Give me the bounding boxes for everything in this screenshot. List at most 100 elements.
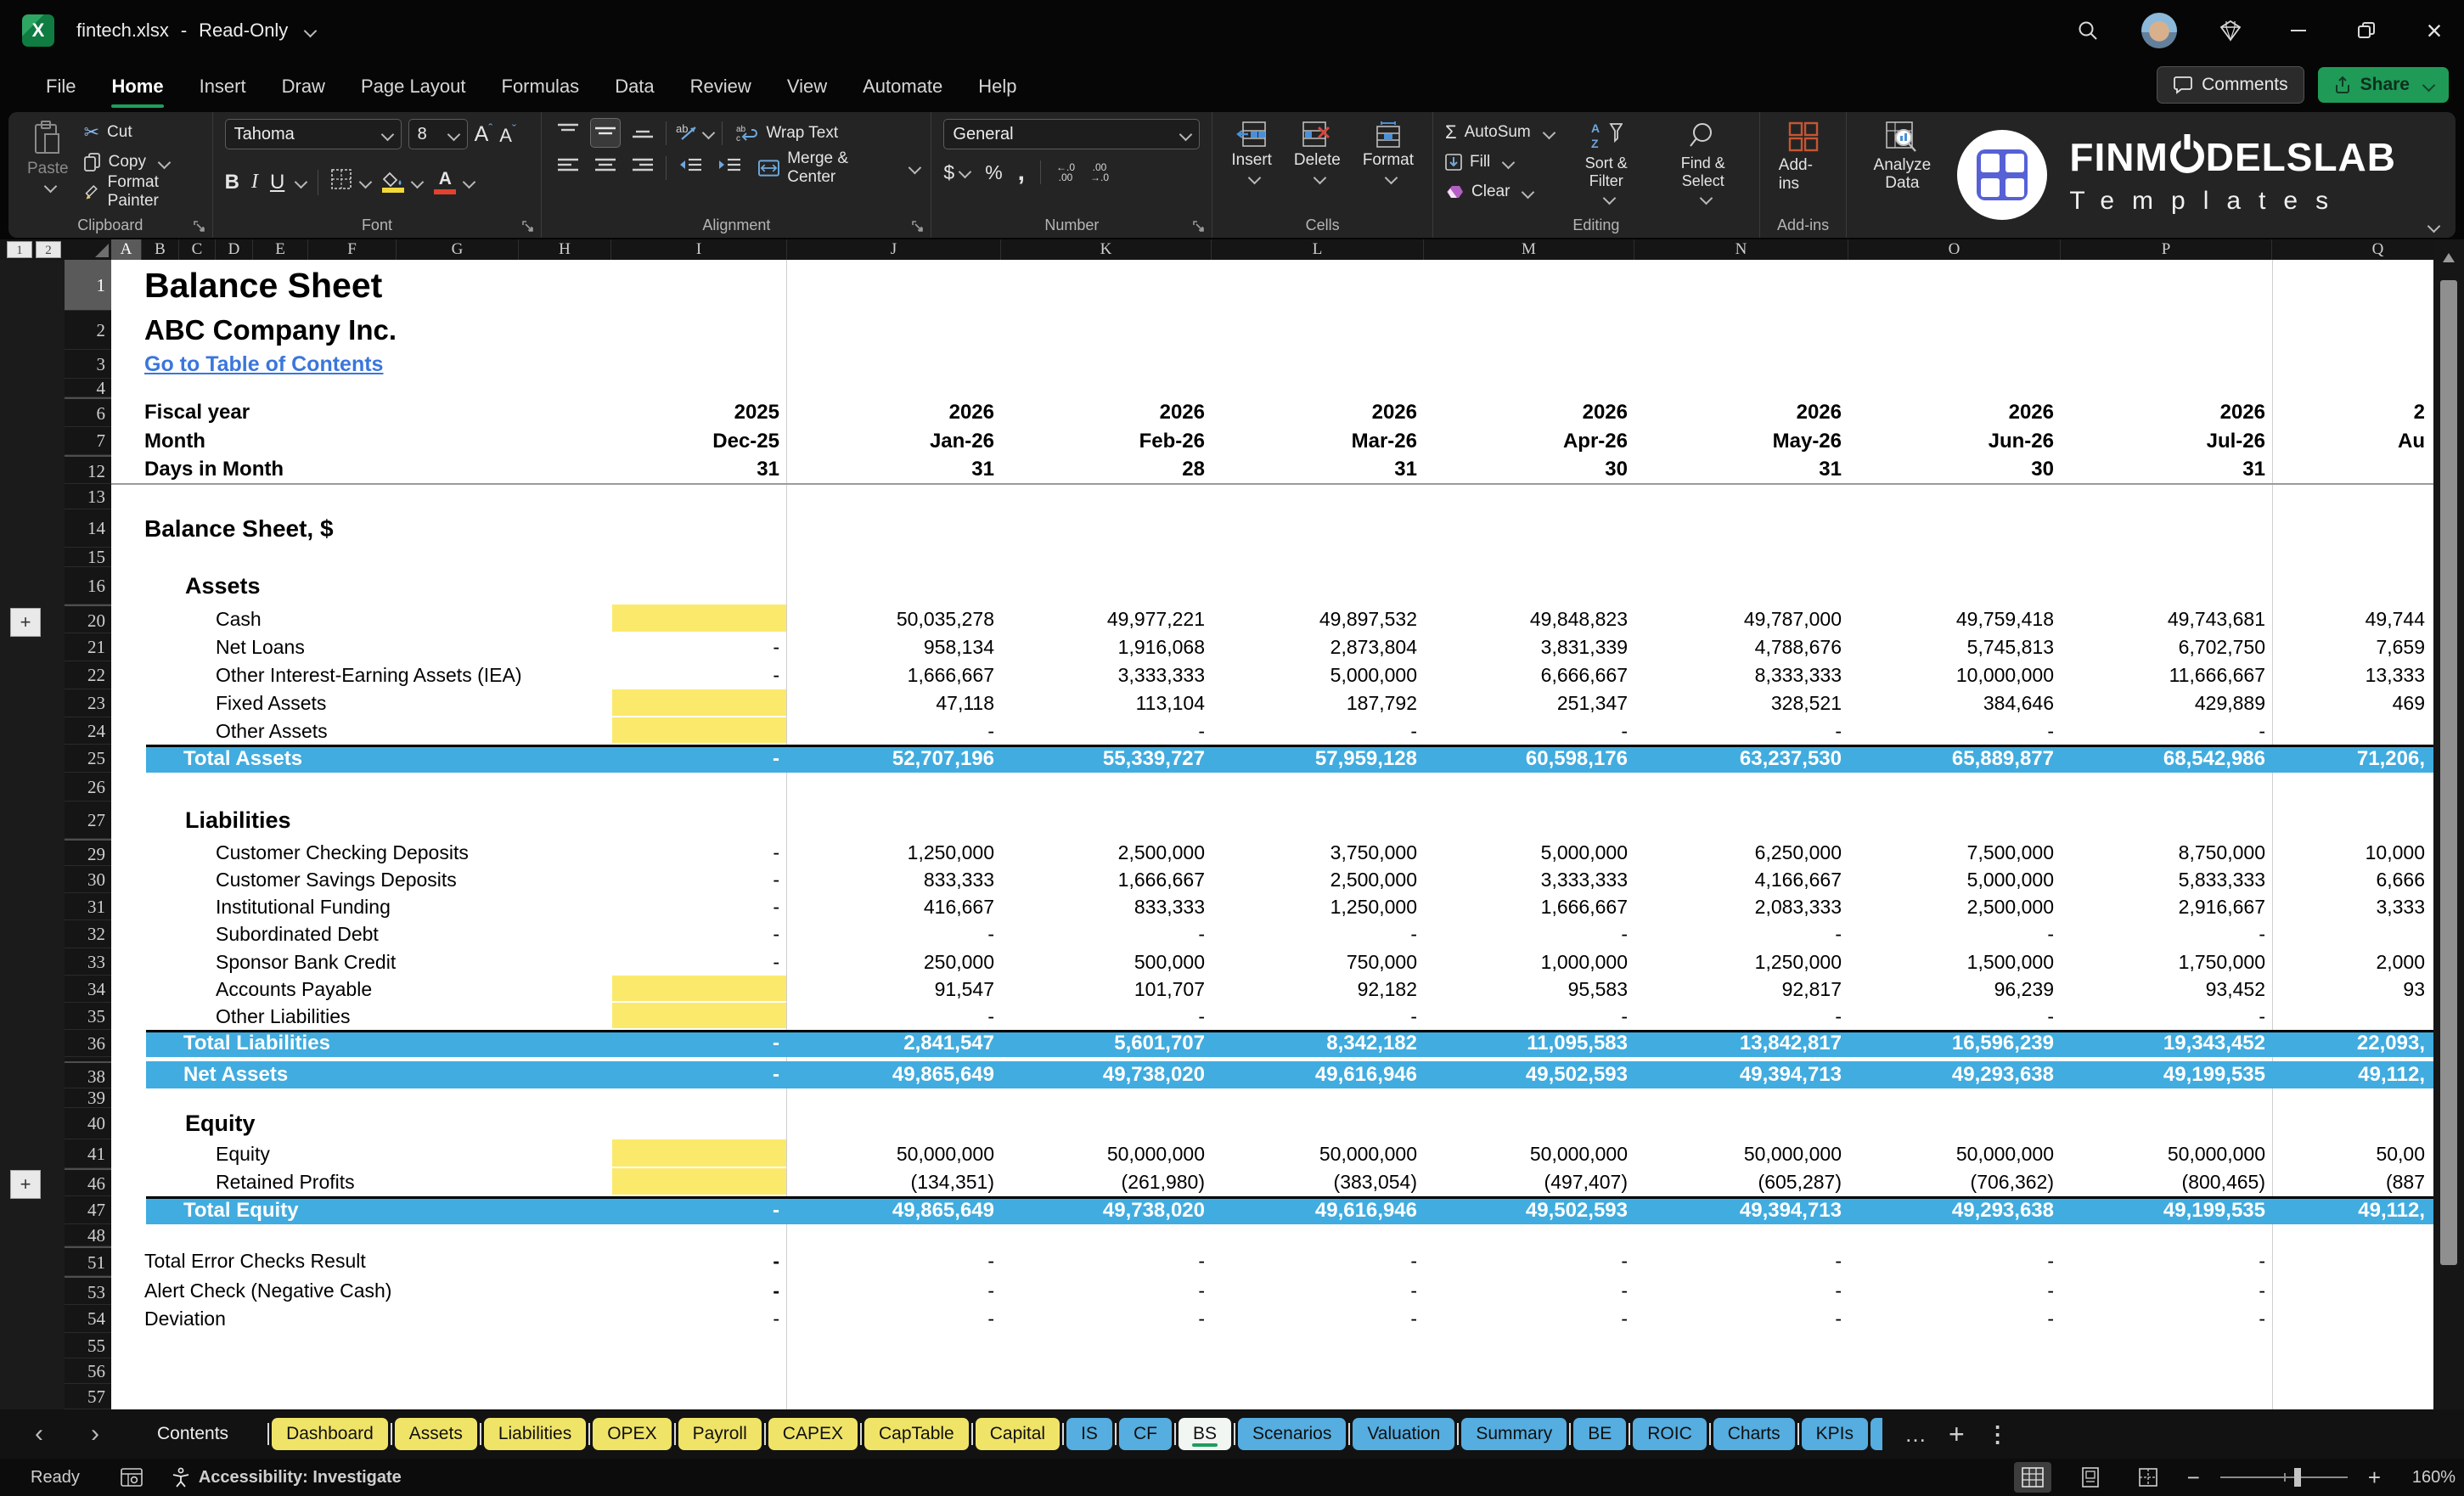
clear-button[interactable]: Clear bbox=[1445, 180, 1554, 204]
prev-sheet-button[interactable]: ‹ bbox=[22, 1420, 56, 1448]
bold-button[interactable]: B bbox=[225, 171, 239, 194]
zoom-in-button[interactable]: + bbox=[2368, 1465, 2381, 1491]
sheet-tab-capital[interactable]: Capital bbox=[975, 1418, 1060, 1450]
number-dialog-launcher-icon[interactable] bbox=[1192, 220, 1205, 233]
row-header-55[interactable]: 55 bbox=[65, 1333, 111, 1358]
comments-button[interactable]: Comments bbox=[2157, 66, 2304, 104]
premium-button[interactable] bbox=[2216, 16, 2245, 45]
col-header-J[interactable]: J bbox=[787, 239, 1001, 260]
font-size-select[interactable]: 8 bbox=[408, 119, 468, 149]
row-header-22[interactable]: 22 bbox=[65, 661, 111, 689]
menu-tab-file[interactable]: File bbox=[44, 70, 77, 103]
analyze-data-button[interactable]: Analyze Data bbox=[1859, 119, 1945, 194]
menu-tab-home[interactable]: Home bbox=[110, 70, 165, 108]
row-header-1[interactable]: 1 bbox=[65, 260, 111, 311]
accessibility-status[interactable]: Accessibility: Investigate bbox=[172, 1467, 402, 1488]
row-header-14[interactable]: 14 bbox=[65, 509, 111, 548]
col-header-D[interactable]: D bbox=[216, 239, 253, 260]
copy-button[interactable]: Copy bbox=[83, 150, 200, 174]
sheet-tab-captable[interactable]: CapTable bbox=[864, 1418, 969, 1450]
row-header-27[interactable]: 27 bbox=[65, 801, 111, 839]
clipboard-dialog-launcher-icon[interactable] bbox=[193, 220, 205, 233]
vertical-scroll-thumb[interactable] bbox=[2440, 280, 2457, 1265]
row-header-31[interactable]: 31 bbox=[65, 893, 111, 920]
row-header-39[interactable]: 39 bbox=[65, 1088, 111, 1108]
row-header-54[interactable]: 54 bbox=[65, 1305, 111, 1333]
sheet-options-icon[interactable]: ⋮ bbox=[1987, 1421, 2009, 1448]
col-header-B[interactable]: B bbox=[142, 239, 179, 260]
sheet-tab-be[interactable]: BE bbox=[1573, 1418, 1627, 1450]
more-sheets-button[interactable]: … bbox=[1904, 1421, 1927, 1448]
menu-tab-insert[interactable]: Insert bbox=[198, 70, 248, 103]
decrease-indent-button[interactable] bbox=[675, 154, 706, 182]
sheet-tab-cf[interactable]: CF bbox=[1118, 1418, 1172, 1450]
row-header-36[interactable]: 36 bbox=[65, 1030, 111, 1057]
align-middle-button[interactable] bbox=[590, 118, 622, 148]
currency-format-button[interactable]: $ bbox=[943, 161, 972, 184]
col-header-N[interactable]: N bbox=[1634, 239, 1848, 260]
share-button[interactable]: Share bbox=[2317, 67, 2449, 103]
row-header-40[interactable]: 40 bbox=[65, 1108, 111, 1139]
sheet-tab-roic[interactable]: ROIC bbox=[1633, 1418, 1707, 1450]
sheet-tab-bs[interactable]: BS bbox=[1178, 1418, 1231, 1450]
row-header-47[interactable]: 47 bbox=[65, 1196, 111, 1224]
col-header-I[interactable]: I bbox=[611, 239, 787, 260]
zoom-slider-thumb[interactable] bbox=[2293, 1468, 2301, 1487]
col-header-C[interactable]: C bbox=[179, 239, 216, 260]
search-button[interactable] bbox=[2073, 16, 2102, 45]
sort-filter-button[interactable]: AZ Sort & Filter bbox=[1562, 119, 1651, 205]
borders-button[interactable] bbox=[330, 168, 352, 196]
zoom-out-button[interactable]: − bbox=[2187, 1465, 2200, 1491]
outline-expand-button-assets[interactable]: + bbox=[10, 608, 41, 637]
user-avatar[interactable] bbox=[2141, 13, 2177, 48]
row-header-20[interactable]: 20 bbox=[65, 605, 111, 633]
orientation-button[interactable]: ab bbox=[675, 121, 699, 145]
number-format-select[interactable]: General bbox=[943, 119, 1201, 149]
increase-decimal-button[interactable]: ←.0.00 bbox=[1056, 162, 1075, 183]
row-header-24[interactable]: 24 bbox=[65, 717, 111, 745]
sheet-tab-opex[interactable]: OPEX bbox=[593, 1418, 672, 1450]
sheet-tab-contents[interactable]: Contents bbox=[143, 1418, 243, 1450]
sheet-tab-scenarios[interactable]: Scenarios bbox=[1237, 1418, 1347, 1450]
row-header-23[interactable]: 23 bbox=[65, 689, 111, 717]
row-header-33[interactable]: 33 bbox=[65, 948, 111, 976]
font-color-button[interactable]: A bbox=[434, 170, 457, 194]
col-header-E[interactable]: E bbox=[253, 239, 308, 260]
font-name-select[interactable]: Tahoma bbox=[224, 119, 402, 149]
fill-color-button[interactable] bbox=[382, 172, 405, 193]
menu-tab-page-layout[interactable]: Page Layout bbox=[359, 70, 468, 103]
row-header-21[interactable]: 21 bbox=[65, 633, 111, 661]
find-select-button[interactable]: Find & Select bbox=[1659, 119, 1747, 205]
col-header-G[interactable]: G bbox=[397, 239, 519, 260]
outline-level-1-button[interactable]: 1 bbox=[7, 241, 32, 258]
sheet-tab-kpis[interactable]: KPIs bbox=[1801, 1418, 1868, 1450]
grow-font-button[interactable]: Aˆ bbox=[475, 121, 493, 147]
merge-center-button[interactable]: Merge & Center bbox=[758, 149, 921, 186]
align-top-button[interactable] bbox=[554, 119, 582, 147]
row-header-25[interactable]: 25 bbox=[65, 745, 111, 773]
select-all-corner[interactable] bbox=[65, 239, 111, 260]
paste-button[interactable]: Paste bbox=[20, 119, 76, 204]
row-header-16[interactable]: 16 bbox=[65, 567, 111, 605]
sheet-tab-dashboard[interactable]: Dashboard bbox=[272, 1418, 388, 1450]
comma-format-button[interactable]: , bbox=[1018, 158, 1025, 187]
page-break-view-button[interactable] bbox=[2129, 1462, 2167, 1493]
sheet-area[interactable] bbox=[111, 260, 2433, 1409]
menu-tab-help[interactable]: Help bbox=[976, 70, 1018, 103]
vertical-scrollbar[interactable] bbox=[2433, 239, 2464, 1409]
sheet-tab-partial[interactable] bbox=[1870, 1418, 1882, 1450]
col-header-H[interactable]: H bbox=[519, 239, 611, 260]
row-header-29[interactable]: 29 bbox=[65, 839, 111, 866]
menu-tab-data[interactable]: Data bbox=[613, 70, 655, 103]
row-header-3[interactable]: 3 bbox=[65, 350, 111, 379]
row-header-4[interactable]: 4 bbox=[65, 379, 111, 397]
row-header-15[interactable]: 15 bbox=[65, 548, 111, 567]
col-header-O[interactable]: O bbox=[1848, 239, 2061, 260]
col-header-M[interactable]: M bbox=[1424, 239, 1634, 260]
align-right-button[interactable] bbox=[628, 154, 657, 182]
addins-button[interactable]: Add-ins bbox=[1772, 119, 1835, 195]
format-painter-button[interactable]: Format Painter bbox=[84, 173, 200, 210]
row-header-38[interactable]: 38 bbox=[65, 1061, 111, 1088]
row-header-26[interactable]: 26 bbox=[65, 773, 111, 801]
sheet-tab-payroll[interactable]: Payroll bbox=[678, 1418, 762, 1450]
